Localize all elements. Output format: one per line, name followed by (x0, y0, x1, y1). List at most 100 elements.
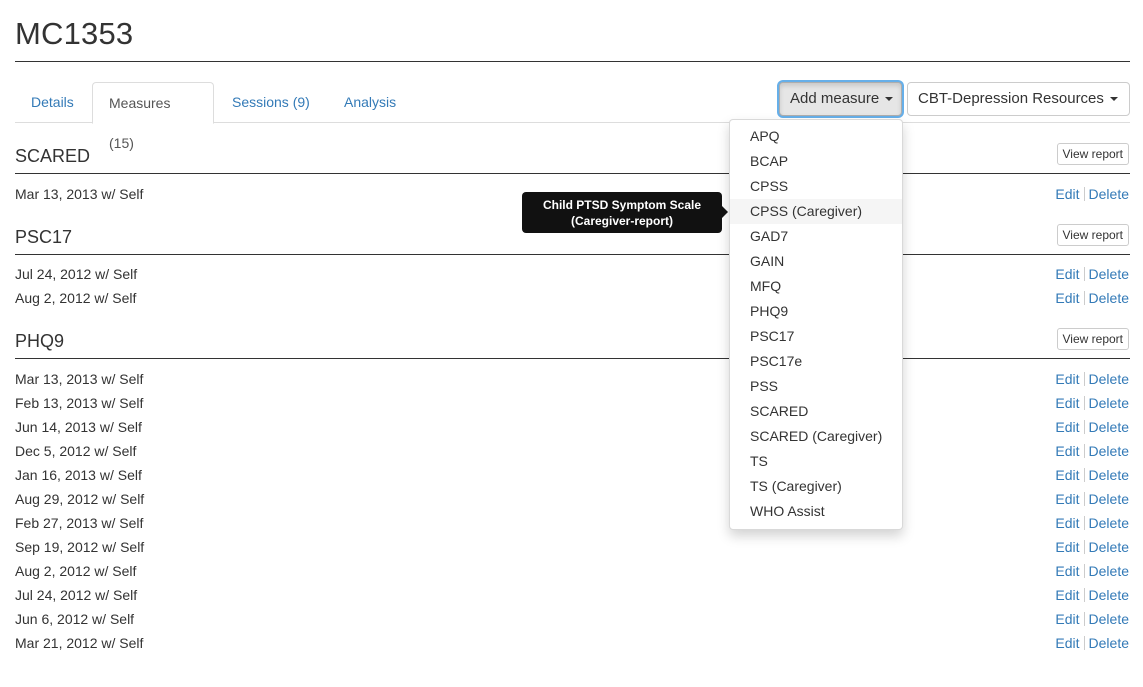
menu-item-gain[interactable]: GAIN (730, 249, 902, 274)
section-divider (15, 254, 1130, 255)
edit-link[interactable]: Edit (1055, 395, 1079, 411)
measure-date: Feb 27, 2013 w/ Self (15, 515, 144, 531)
delete-link[interactable]: Delete (1089, 419, 1129, 435)
row-actions: Edit Delete (1055, 395, 1129, 411)
delete-link[interactable]: Delete (1089, 611, 1129, 627)
action-separator (1083, 588, 1085, 602)
menu-item-cpss[interactable]: CPSS (730, 174, 902, 199)
measure-date: Mar 13, 2013 w/ Self (15, 186, 144, 202)
row-actions: Edit Delete (1055, 186, 1129, 202)
row-actions: Edit Delete (1055, 611, 1129, 627)
row-actions: Edit Delete (1055, 467, 1129, 483)
section-divider (15, 173, 1130, 174)
menu-item-who-assist[interactable]: WHO Assist (730, 499, 902, 524)
measure-date: Jul 24, 2012 w/ Self (15, 587, 138, 603)
measure-date: Aug 2, 2012 w/ Self (15, 563, 137, 579)
edit-link[interactable]: Edit (1055, 491, 1079, 507)
menu-item-psc17[interactable]: PSC17 (730, 324, 902, 349)
row-actions: Edit Delete (1055, 539, 1129, 555)
action-separator (1083, 636, 1085, 650)
tooltip-line-2: (Caregiver-report) (570, 214, 674, 228)
action-separator (1083, 291, 1085, 305)
resources-label: CBT-Depression Resources (918, 90, 1104, 107)
edit-link[interactable]: Edit (1055, 635, 1079, 651)
delete-link[interactable]: Delete (1089, 563, 1129, 579)
delete-link[interactable]: Delete (1089, 515, 1129, 531)
edit-link[interactable]: Edit (1055, 563, 1079, 579)
tab-details[interactable]: Details (15, 82, 92, 123)
delete-link[interactable]: Delete (1089, 290, 1129, 306)
measure-date: Aug 2, 2012 w/ Self (15, 290, 137, 306)
menu-item-psc17e[interactable]: PSC17e (730, 349, 902, 374)
action-separator (1083, 540, 1085, 554)
delete-link[interactable]: Delete (1089, 186, 1129, 202)
measure-date: Jun 6, 2012 w/ Self (15, 611, 135, 627)
menu-item-apq[interactable]: APQ (730, 124, 902, 149)
action-separator (1083, 444, 1085, 458)
action-separator (1083, 492, 1085, 506)
section-divider (15, 358, 1130, 359)
edit-link[interactable]: Edit (1055, 419, 1079, 435)
delete-link[interactable]: Delete (1089, 266, 1129, 282)
measure-date: Sep 19, 2012 w/ Self (15, 539, 145, 555)
add-measure-button[interactable]: Add measure (779, 82, 902, 116)
measure-date: Aug 29, 2012 w/ Self (15, 491, 145, 507)
view-report-button-scared[interactable]: View report (1056, 143, 1129, 165)
measure-date: Dec 5, 2012 w/ Self (15, 443, 137, 459)
edit-link[interactable]: Edit (1055, 371, 1079, 387)
delete-link[interactable]: Delete (1089, 467, 1129, 483)
menu-item-cpss-caregiver[interactable]: CPSS (Caregiver) (730, 199, 902, 224)
menu-item-ts-caregiver[interactable]: TS (Caregiver) (730, 474, 902, 499)
add-measure-menu: APQ BCAP CPSS CPSS (Caregiver) GAD7 GAIN… (729, 119, 903, 530)
add-measure-label: Add measure (790, 90, 880, 107)
delete-link[interactable]: Delete (1089, 587, 1129, 603)
edit-link[interactable]: Edit (1055, 186, 1079, 202)
measure-date: Feb 13, 2013 w/ Self (15, 395, 144, 411)
delete-link[interactable]: Delete (1089, 635, 1129, 651)
menu-item-phq9[interactable]: PHQ9 (730, 299, 902, 324)
tab-sessions[interactable]: Sessions (9) (216, 82, 328, 123)
delete-link[interactable]: Delete (1089, 371, 1129, 387)
action-separator (1083, 420, 1085, 434)
menu-item-ts[interactable]: TS (730, 449, 902, 474)
edit-link[interactable]: Edit (1055, 587, 1079, 603)
edit-link[interactable]: Edit (1055, 467, 1079, 483)
delete-link[interactable]: Delete (1089, 539, 1129, 555)
action-separator (1083, 564, 1085, 578)
edit-link[interactable]: Edit (1055, 611, 1079, 627)
section-title-phq9: PHQ9 (15, 331, 65, 351)
menu-item-scared[interactable]: SCARED (730, 399, 902, 424)
action-separator (1083, 267, 1085, 281)
tab-measures[interactable]: Measures (15) (92, 82, 214, 151)
resources-dropdown-button[interactable]: CBT-Depression Resources (907, 82, 1130, 116)
menu-item-gad7[interactable]: GAD7 (730, 224, 902, 249)
delete-link[interactable]: Delete (1089, 491, 1129, 507)
tooltip-line-1: Child PTSD Symptom Scale (542, 198, 702, 212)
menu-item-bcap[interactable]: BCAP (730, 149, 902, 174)
edit-link[interactable]: Edit (1055, 515, 1079, 531)
edit-link[interactable]: Edit (1055, 290, 1079, 306)
row-actions: Edit Delete (1055, 515, 1129, 531)
edit-link[interactable]: Edit (1055, 266, 1079, 282)
action-separator (1083, 612, 1085, 626)
section-title-psc17: PSC17 (15, 227, 73, 247)
action-separator (1083, 187, 1085, 201)
caret-down-icon (1109, 97, 1118, 102)
edit-link[interactable]: Edit (1055, 539, 1079, 555)
delete-link[interactable]: Delete (1089, 443, 1129, 459)
row-actions: Edit Delete (1055, 266, 1129, 282)
menu-item-pss[interactable]: PSS (730, 374, 902, 399)
title-divider (15, 61, 1130, 62)
view-report-button-phq9[interactable]: View report (1056, 328, 1129, 350)
measure-date: Jan 16, 2013 w/ Self (15, 467, 142, 483)
delete-link[interactable]: Delete (1089, 395, 1129, 411)
measure-date: Jul 24, 2012 w/ Self (15, 266, 138, 282)
view-report-button-psc17[interactable]: View report (1056, 224, 1129, 246)
menu-item-mfq[interactable]: MFQ (730, 274, 902, 299)
edit-link[interactable]: Edit (1055, 443, 1079, 459)
tab-analysis[interactable]: Analysis (328, 82, 418, 123)
row-actions: Edit Delete (1055, 443, 1129, 459)
page-title: MC1353 (15, 16, 134, 51)
menu-item-scared-caregiver[interactable]: SCARED (Caregiver) (730, 424, 902, 449)
tooltip-arrow (722, 206, 728, 218)
